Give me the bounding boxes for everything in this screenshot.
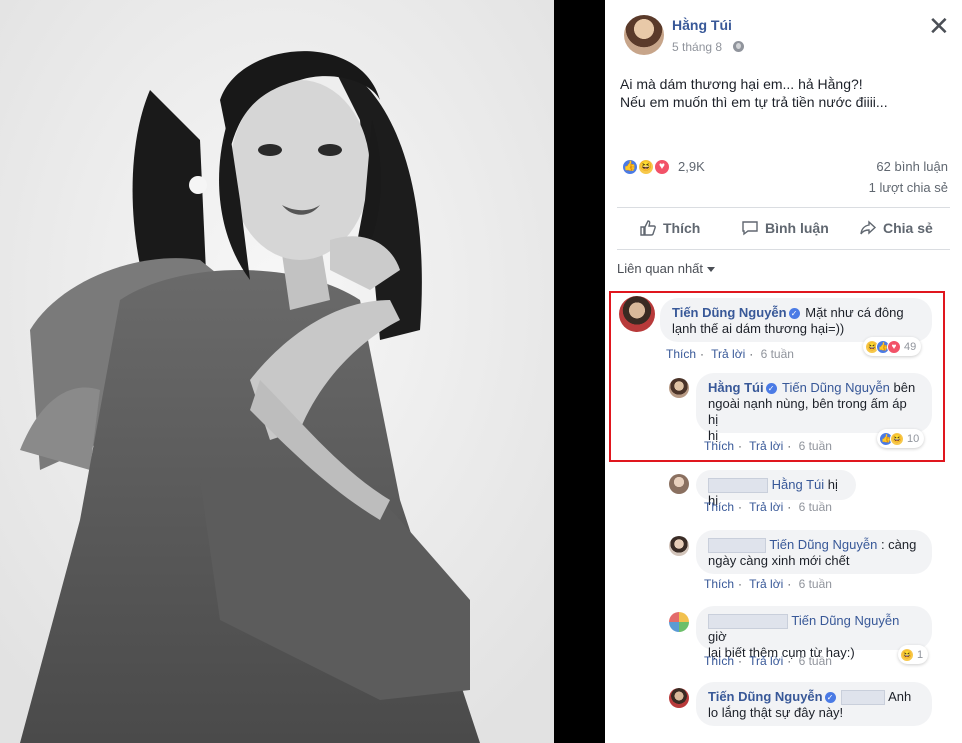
comment-time[interactable]: 6 tuần (799, 577, 832, 591)
comment-button[interactable]: Bình luận (741, 219, 829, 237)
comment-text: ngoài nạnh nùng, bên trong ấm áp hị (708, 396, 907, 427)
comment-reaction-count: 1 (917, 649, 924, 661)
comment-author[interactable]: Tiến Dũng Nguyễn (708, 689, 823, 704)
avatar[interactable] (669, 474, 689, 494)
comment-like-link[interactable]: Thích (704, 439, 734, 453)
comment-bubble: Hằng Túi ✓ Tiến Dũng Nguyễn bên ngoài nạn… (696, 373, 932, 443)
comment-actions: Thích · Trả lời · 6 tuần (666, 347, 794, 361)
comment-time[interactable]: 6 tuần (799, 439, 832, 453)
comment-author[interactable]: Tiến Dũng Nguyễn (672, 305, 787, 320)
verified-icon: ✓ (824, 692, 836, 703)
post-text: Ai mà dám thương hại em... hả Hằng?! Nếu… (620, 75, 940, 111)
post-photo[interactable] (0, 0, 554, 743)
post-text-line: Nếu em muốn thì em tự trả tiền nước điii… (620, 94, 888, 110)
divider (617, 207, 950, 208)
comment-text: bên (893, 380, 916, 395)
comment-text: : càng (880, 537, 917, 552)
shares-count[interactable]: 1 lượt chia sẻ (869, 180, 948, 195)
comment-bubble: Hằng Túi hị hị (696, 470, 856, 508)
comment-text: Mặt như cá đông (805, 305, 904, 320)
comment-like-link[interactable]: Thích (666, 347, 696, 361)
comment-reaction-count: 10 (907, 433, 920, 445)
chevron-down-icon (707, 267, 716, 273)
redacted-name (708, 538, 766, 554)
post-author-name[interactable]: Hằng Túi (672, 17, 732, 33)
comment-bubble: Tiến Dũng Nguyễn : càng ngày càng xinh m… (696, 530, 932, 574)
comment-time[interactable]: 6 tuần (799, 654, 832, 668)
haha-icon: 😆 (890, 432, 904, 446)
comment-bubble: Tiến Dũng Nguyễn giờ lại biết thêm cụm t… (696, 606, 932, 660)
avatar[interactable] (669, 688, 689, 708)
comment-icon (742, 221, 758, 236)
comment-reactions[interactable]: 😆 👍 ♥ 49 (863, 337, 922, 356)
comment-mention[interactable]: Tiến Dũng Nguyễn (791, 613, 899, 628)
comment-text: giờ (708, 629, 727, 645)
comment-like-link[interactable]: Thích (704, 654, 734, 668)
comment-mention[interactable]: Tiến Dũng Nguyễn (769, 537, 877, 552)
comment-reply-link[interactable]: Trả lời (749, 577, 783, 591)
photo-viewer (0, 0, 605, 743)
close-icon[interactable]: ✕ (928, 13, 950, 39)
redacted-name (841, 690, 886, 706)
redacted-name (708, 478, 768, 494)
comment-text: lạnh thế ai dám thương hại=)) (672, 321, 845, 336)
comment-reply-link[interactable]: Trả lời (749, 500, 783, 514)
divider (617, 249, 950, 250)
comment-text: lo lắng thật sự đây này! (708, 705, 844, 721)
comment-text: ngày càng xinh mới chết (708, 553, 850, 569)
verified-icon: ✓ (788, 308, 800, 319)
comments-count[interactable]: 62 bình luận (876, 159, 948, 174)
comment-reactions[interactable]: 👍 😆 10 (877, 429, 925, 448)
avatar[interactable] (669, 536, 689, 556)
like-button-label: Thích (663, 220, 701, 236)
avatar[interactable] (669, 612, 689, 632)
comment-filter-label: Liên quan nhất (617, 261, 704, 276)
comment-like-link[interactable]: Thích (704, 577, 734, 591)
comment-author[interactable]: Hằng Túi (708, 380, 764, 395)
comment-reactions[interactable]: 😆 1 (898, 645, 929, 664)
comment-reply-link[interactable]: Trả lời (749, 654, 783, 668)
post-timestamp[interactable]: 5 tháng 8 (672, 40, 722, 54)
comment-mention[interactable]: Tiến Dũng Nguyễn (782, 380, 890, 395)
share-button[interactable]: Chia sẻ (859, 219, 933, 237)
avatar[interactable] (619, 296, 655, 332)
comment-mention[interactable]: Hằng Túi (772, 477, 825, 492)
share-icon (860, 220, 877, 235)
avatar[interactable] (669, 378, 689, 398)
comment-actions: Thích · Trả lời · 6 tuần (704, 439, 832, 453)
share-button-label: Chia sẻ (883, 220, 933, 236)
comment-button-label: Bình luận (765, 220, 829, 236)
love-icon: ♥ (653, 158, 671, 176)
comment-like-link[interactable]: Thích (704, 500, 734, 514)
globe-icon (733, 41, 744, 52)
comment-time[interactable]: 6 tuần (761, 347, 794, 361)
comment-text: Anh (888, 689, 912, 704)
like-icon (640, 220, 656, 236)
author-avatar[interactable] (624, 15, 664, 55)
comment-actions: Thích · Trả lời · 6 tuần (704, 577, 832, 591)
comment-bubble: Tiến Dũng Nguyễn ✓ Anh lo lắng thật sự đâ… (696, 682, 932, 726)
verified-icon: ✓ (765, 383, 777, 394)
reaction-count[interactable]: 2,9K (678, 159, 705, 174)
post-text-line: Ai mà dám thương hại em... hả Hằng?! (620, 76, 863, 92)
comment-reply-link[interactable]: Trả lời (711, 347, 745, 361)
comment-bubble: Tiến Dũng Nguyễn ✓ Mặt như cá đông lạnh t… (660, 298, 932, 342)
redacted-name (708, 614, 788, 630)
comment-actions: Thích · Trả lời · 6 tuần (704, 654, 832, 668)
comment-filter[interactable]: Liên quan nhất (617, 261, 716, 276)
post-panel: Hằng Túi 5 tháng 8 ✕ Ai mà dám thương hạ… (605, 0, 962, 743)
like-button[interactable]: Thích (639, 219, 700, 237)
love-icon: ♥ (887, 340, 901, 354)
comment-reply-link[interactable]: Trả lời (749, 439, 783, 453)
comment-time[interactable]: 6 tuần (799, 500, 832, 514)
comment-actions: Thích · Trả lời · 6 tuần (704, 500, 832, 514)
comment-reaction-count: 49 (904, 341, 917, 353)
haha-icon: 😆 (900, 648, 914, 662)
